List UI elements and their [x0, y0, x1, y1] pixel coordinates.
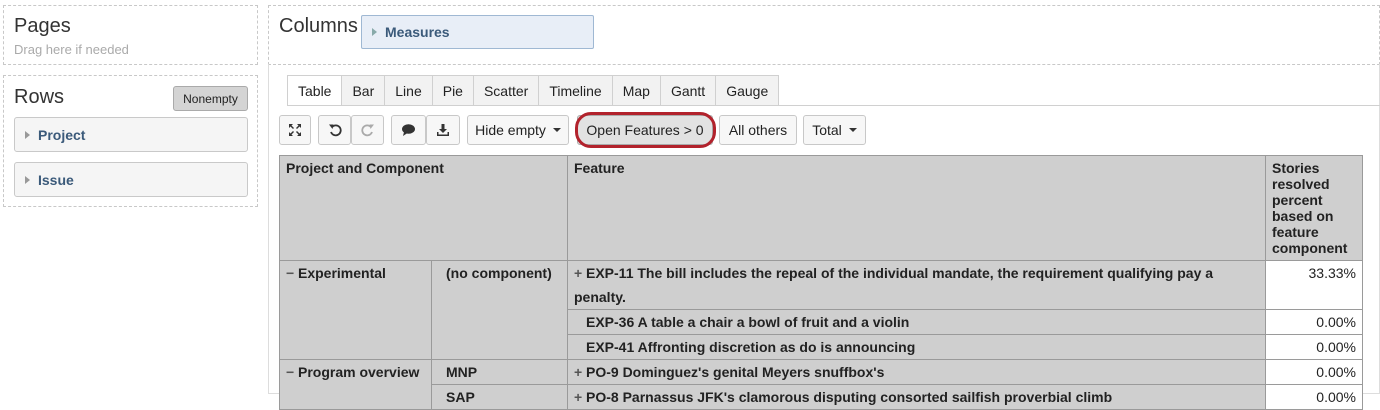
pages-panel[interactable]: Pages Drag here if needed: [3, 5, 258, 65]
redo-icon: [360, 124, 374, 137]
hide-empty-label: Hide empty: [475, 122, 546, 138]
row-dimension-project[interactable]: Project: [14, 117, 248, 152]
row-value-cell[interactable]: 0.00%: [1265, 334, 1363, 360]
table-row: − Program overview MNP + PO-9 Dominguez's …: [279, 359, 1363, 410]
expand-triangle-icon: [372, 28, 377, 36]
row-value-cell[interactable]: 33.33%: [1265, 260, 1363, 310]
total-label: Total: [812, 122, 842, 138]
undo-icon: [328, 124, 342, 137]
table-row: − Experimental (no component) + EXP-11 The…: [279, 260, 1363, 360]
export-button[interactable]: [426, 115, 460, 145]
comment-icon: [402, 124, 415, 136]
row-project-cell[interactable]: − Experimental: [279, 260, 432, 360]
rows-title: Rows: [14, 86, 65, 108]
nonempty-button[interactable]: Nonempty: [173, 86, 248, 111]
all-others-label: All others: [728, 122, 788, 138]
row-feature-cell[interactable]: + EXP-11 The bill includes the repeal of …: [567, 260, 1266, 310]
hide-empty-dropdown[interactable]: Hide empty: [467, 115, 569, 145]
row-component-cell[interactable]: MNP: [431, 359, 568, 385]
feature-name: EXP-11 The bill includes the repeal of t…: [574, 265, 1214, 305]
open-features-filter-button[interactable]: Open Features > 0: [577, 115, 713, 145]
undo-button[interactable]: [318, 115, 351, 145]
feature-name: PO-8 Parnassus JFK's clamorous disputing…: [586, 389, 1113, 405]
tab-gauge[interactable]: Gauge: [716, 75, 780, 106]
pages-drop-hint: Drag here if needed: [14, 42, 129, 57]
row-dimension-label: Issue: [38, 171, 74, 188]
tab-pie[interactable]: Pie: [432, 75, 474, 106]
collapse-icon[interactable]: −: [286, 360, 298, 384]
redo-button[interactable]: [351, 115, 384, 145]
feature-name: EXP-36 A table a chair a bowl of fruit a…: [586, 314, 910, 330]
report-table: Project and Component Feature Stories re…: [279, 155, 1363, 410]
total-dropdown[interactable]: Total: [803, 115, 866, 145]
pages-title: Pages: [14, 15, 71, 37]
filter-label: Open Features > 0: [586, 122, 704, 138]
tab-timeline[interactable]: Timeline: [539, 75, 613, 106]
row-dimension-issue[interactable]: Issue: [14, 162, 248, 197]
row-component-cell[interactable]: SAP: [431, 384, 568, 410]
row-feature-cell[interactable]: EXP-36 A table a chair a bowl of fruit a…: [567, 309, 1266, 335]
row-value-cell[interactable]: 0.00%: [1265, 384, 1363, 410]
row-value-cell[interactable]: 0.00%: [1265, 359, 1363, 385]
tab-gantt[interactable]: Gantt: [660, 75, 717, 106]
expand-triangle-icon: [25, 175, 30, 184]
caret-down-icon: [552, 128, 561, 132]
caret-down-icon: [848, 128, 857, 132]
feature-name: PO-9 Dominguez's genital Meyers snuffbox…: [586, 364, 885, 380]
tab-map[interactable]: Map: [612, 75, 661, 106]
row-value-cell[interactable]: 0.00%: [1265, 309, 1363, 335]
tab-scatter[interactable]: Scatter: [473, 75, 540, 106]
download-icon: [437, 124, 449, 136]
tab-table[interactable]: Table: [287, 75, 343, 106]
fullscreen-button[interactable]: [279, 115, 311, 145]
row-dimension-label: Project: [38, 126, 86, 143]
expand-icon[interactable]: +: [574, 261, 586, 285]
expand-triangle-icon: [25, 130, 30, 139]
expand-icon[interactable]: +: [574, 385, 586, 409]
row-component-cell[interactable]: (no component): [431, 260, 568, 360]
header-feature[interactable]: Feature: [567, 155, 1266, 261]
table-header-row: Project and Component Feature Stories re…: [279, 155, 1363, 261]
expand-arrows-icon: [289, 124, 301, 136]
collapse-icon[interactable]: −: [286, 261, 298, 285]
feature-name: EXP-41 Affronting discretion as do is an…: [586, 339, 916, 355]
header-project-component[interactable]: Project and Component: [279, 155, 568, 261]
row-feature-cell[interactable]: + PO-8 Parnassus JFK's clamorous disputin…: [567, 384, 1266, 410]
tab-divider: [287, 105, 1380, 106]
tab-line[interactable]: Line: [385, 75, 433, 106]
row-feature-cell[interactable]: + PO-9 Dominguez's genital Meyers snuffbo…: [567, 359, 1266, 385]
columns-title: Columns: [279, 15, 358, 37]
row-feature-cell[interactable]: EXP-41 Affronting discretion as do is an…: [567, 334, 1266, 360]
measures-label: Measures: [385, 24, 450, 40]
column-dimension-measures[interactable]: Measures: [361, 15, 594, 49]
row-project-cell[interactable]: − Program overview: [279, 359, 432, 410]
view-tabs: Table Bar Line Pie Scatter Timeline Map …: [287, 75, 780, 106]
table-row: SAP + PO-8 Parnassus JFK's clamorous disp…: [280, 384, 1363, 410]
all-others-button[interactable]: All others: [719, 115, 797, 145]
comment-button[interactable]: [391, 115, 426, 145]
expand-icon[interactable]: +: [574, 360, 586, 384]
project-name: Experimental: [298, 265, 386, 281]
rows-panel[interactable]: Rows Nonempty Project Issue: [3, 75, 258, 207]
tab-bar[interactable]: Bar: [342, 75, 386, 106]
project-name: Program overview: [298, 364, 420, 380]
header-measure[interactable]: Stories resolved percent based on featur…: [1265, 155, 1363, 261]
